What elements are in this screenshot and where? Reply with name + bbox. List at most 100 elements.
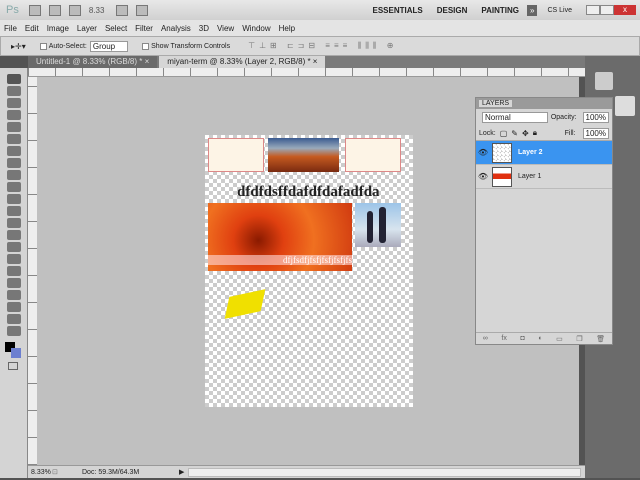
menu-image[interactable]: Image [47,24,69,33]
menu-select[interactable]: Select [105,24,127,33]
menu-analysis[interactable]: Analysis [161,24,191,33]
3d-rotate-tool-icon[interactable] [7,290,21,300]
link-layers-icon[interactable]: ∞ [483,335,488,342]
tab-miyan-term[interactable]: miyan-term @ 8.33% (Layer 2, RGB/8) * × [159,56,326,68]
menu-file[interactable]: File [4,24,17,33]
menu-3d[interactable]: 3D [199,24,209,33]
close-button[interactable]: x [614,5,636,15]
3d-orbit-tool-icon[interactable] [7,302,21,312]
quick-select-tool-icon[interactable] [7,110,21,120]
mini-bridge-icon[interactable] [48,4,61,16]
horizontal-ruler [28,68,585,77]
pen-tool-icon[interactable] [7,242,21,252]
menu-layer[interactable]: Layer [77,24,97,33]
restore-button[interactable] [600,5,614,15]
lock-transparent-icon[interactable]: ▢ [500,129,508,138]
menu-edit[interactable]: Edit [25,24,39,33]
view-extras-icon[interactable] [68,4,81,16]
zoom-field[interactable]: 8.33% [28,469,52,476]
status-menu-arrow[interactable]: ▶ [179,468,184,476]
history-brush-tool-icon[interactable] [7,182,21,192]
vertical-ruler [28,77,37,465]
new-group-icon[interactable]: ▭ [556,335,563,343]
lasso-tool-icon[interactable] [7,98,21,108]
placeholder-box-left [208,138,264,172]
add-mask-icon[interactable]: ◘ [520,335,524,342]
desert-image [268,138,339,172]
workspace-painting[interactable]: PAINTING [481,6,519,15]
application-bar: Ps 8.33 ESSENTIALS DESIGN PAINTING » CS … [0,0,640,20]
cs-live-button[interactable]: CS Live [547,7,572,14]
brush-tool-icon[interactable] [7,158,21,168]
show-transform-label: Show Transform Controls [151,42,231,50]
layers-panel-icon[interactable] [615,96,635,116]
menu-bar: File Edit Image Layer Select Filter Anal… [0,20,640,36]
workspace-essentials[interactable]: ESSENTIALS [372,6,422,15]
marquee-tool-icon[interactable] [7,86,21,96]
blend-mode-dropdown[interactable]: Normal [482,112,548,123]
shape-tool-icon[interactable] [7,278,21,288]
type-tool-icon[interactable] [7,254,21,264]
lock-all-icon[interactable]: 🔒︎ [533,128,537,138]
layers-panel-title[interactable]: LAYERS [479,100,513,107]
menu-help[interactable]: Help [279,24,295,33]
lock-position-icon[interactable]: ✥ [522,129,529,138]
tab-untitled-1[interactable]: Untitled-1 @ 8.33% (RGB/8) * × [28,56,158,68]
document-canvas[interactable]: dfdfdsffdafdfdafadfda dfjfsdfjfsfjfsfjfs… [205,135,413,407]
crop-tool-icon[interactable] [7,122,21,132]
background-color-swatch[interactable] [11,348,21,358]
lock-pixels-icon[interactable]: ✎ [511,129,518,138]
blur-tool-icon[interactable] [7,218,21,228]
layer-name[interactable]: Layer 2 [518,149,543,156]
show-transform-checkbox[interactable] [142,42,150,50]
flower-image: dfjfsdfjfsfjfsfjfsfjfs [208,203,352,271]
placeholder-box-right [345,138,401,172]
workspace-design[interactable]: DESIGN [437,6,468,15]
hand-tool-icon[interactable] [7,314,21,324]
menu-window[interactable]: Window [242,24,270,33]
bridge-icon[interactable] [28,4,41,16]
layer-row-layer-2[interactable]: 👁︎ Layer 2 [476,141,612,165]
path-selection-tool-icon[interactable] [7,266,21,276]
opacity-field[interactable]: 100% [582,112,609,123]
align-buttons-icon[interactable]: ⊤⊥⊞ ⊏⊐⊟ ≡≡≡ ⫼⫼⫼ ⊕ [248,41,397,51]
move-tool-icon[interactable] [7,74,21,84]
status-bar: 8.33% ⊡ Doc: 59.3M/64.3M ▶ [28,465,585,478]
adjustment-layer-icon[interactable]: ◐ [538,335,542,342]
status-info-icon[interactable]: ⊡ [52,468,74,476]
quick-mask-icon[interactable] [8,362,18,370]
fill-label: Fill: [564,129,576,137]
layer-row-layer-1[interactable]: 👁︎ Layer 1 [476,165,612,189]
auto-select-dropdown[interactable]: Group [89,40,129,52]
menu-view[interactable]: View [217,24,234,33]
gradient-tool-icon[interactable] [7,206,21,216]
fill-field[interactable]: 100% [582,127,609,139]
screen-mode-icon[interactable] [136,4,149,16]
menu-filter[interactable]: Filter [135,24,153,33]
horizontal-scrollbar[interactable] [188,467,581,477]
arrange-documents-icon[interactable] [116,4,129,16]
visibility-eye-icon[interactable]: 👁︎ [476,172,490,181]
dodge-tool-icon[interactable] [7,230,21,240]
zoom-tool-icon[interactable] [7,326,21,336]
layer-style-icon[interactable]: fx [501,335,506,342]
headline-text: dfdfdsffdafdfdafadfda [237,184,380,200]
delete-layer-icon[interactable]: 🗑︎ [596,335,605,343]
penguins-image [355,203,401,247]
visibility-eye-icon[interactable]: 👁︎ [476,148,490,157]
move-tool-preset-icon[interactable]: ▸✛▾ [11,42,26,51]
healing-brush-tool-icon[interactable] [7,146,21,156]
more-workspaces-button[interactable]: » [527,4,538,16]
layer-name[interactable]: Layer 1 [518,173,541,180]
document-size: Doc: 59.3M/64.3M [82,468,140,476]
zoom-level-dropdown[interactable]: 8.33 [89,6,105,15]
new-layer-icon[interactable]: ❐ [576,335,582,343]
clone-stamp-tool-icon[interactable] [7,170,21,180]
auto-select-checkbox[interactable] [39,42,47,50]
history-panel-icon[interactable] [595,72,613,90]
opacity-label: Opacity: [550,114,577,121]
yellow-shape [224,289,266,319]
minimize-button[interactable] [586,5,600,15]
eyedropper-tool-icon[interactable] [7,134,21,144]
eraser-tool-icon[interactable] [7,194,21,204]
